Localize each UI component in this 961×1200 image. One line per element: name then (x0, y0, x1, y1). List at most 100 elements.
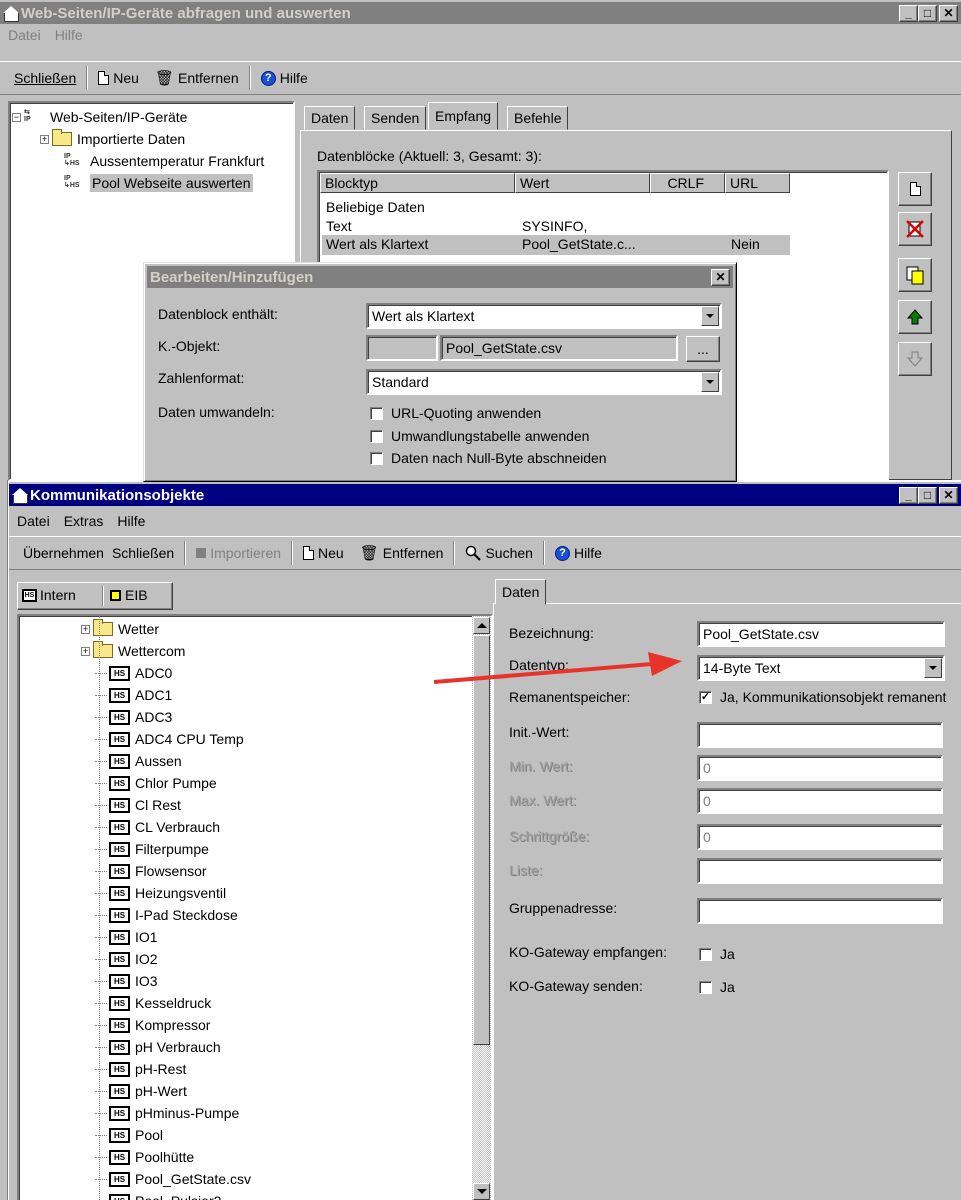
col-url[interactable]: URL (725, 173, 790, 193)
tree-object[interactable]: HS Flowsensor (95, 860, 207, 882)
row-2-value[interactable]: Pool_GetState.c... (522, 236, 636, 252)
dropdown-arrow-icon[interactable] (924, 658, 942, 678)
tab-befehle[interactable]: Befehle (507, 106, 569, 130)
dropdown-arrow-icon[interactable] (701, 306, 719, 326)
remove-button[interactable]: 🗑 Entfernen (147, 70, 247, 86)
col-wert[interactable]: Wert (515, 173, 650, 193)
tree-object[interactable]: HS Pool_Pulsier2 (95, 1190, 221, 1200)
tree-object[interactable]: HS ADC3 (95, 706, 172, 728)
tab-intern[interactable]: HS Intern (22, 587, 76, 603)
expand-icon[interactable]: + (81, 646, 90, 656)
numfmt-select[interactable]: Standard (366, 369, 722, 395)
tree-object[interactable]: HS Poolhütte (95, 1146, 194, 1168)
expand-icon[interactable]: + (81, 624, 90, 634)
col-blocktyp[interactable]: Blocktyp (320, 173, 515, 193)
col-crlf[interactable]: CRLF (650, 173, 725, 193)
browse-button[interactable]: ... (686, 336, 720, 362)
expand-icon[interactable]: + (40, 134, 49, 144)
search-button[interactable]: Suchen (457, 545, 540, 561)
tab-eib[interactable]: EIB (110, 587, 148, 603)
close-window-button[interactable]: ✕ (939, 486, 958, 504)
help-button[interactable]: ? Hilfe (253, 70, 316, 86)
tab-senden[interactable]: Senden (364, 106, 427, 130)
menu-datei[interactable]: Datei (15, 513, 52, 529)
remanent-checkbox[interactable]: ✓ Ja, Kommunikationsobjekt remanent (699, 689, 946, 705)
url-quoting-checkbox[interactable]: URL-Quoting anwenden (370, 405, 541, 421)
menu-extras[interactable]: Extras (62, 513, 106, 529)
checkbox-box[interactable] (699, 980, 712, 994)
null-byte-checkbox[interactable]: Daten nach Null-Byte abschneiden (370, 450, 607, 466)
delete-block-button[interactable] (898, 212, 932, 246)
minimize-button[interactable]: _ (899, 4, 918, 22)
checkbox-box[interactable] (370, 406, 383, 420)
move-down-button[interactable] (898, 342, 932, 376)
maximize-button[interactable]: □ (918, 486, 937, 504)
bezeichnung-input[interactable]: Pool_GetState.csv (697, 621, 945, 647)
tree-object[interactable]: HS IO1 (95, 926, 158, 948)
tree-object[interactable]: HS Heizungsventil (95, 882, 226, 904)
content-select[interactable]: Wert als Klartext (366, 303, 722, 329)
group-input[interactable] (697, 898, 943, 924)
row-2-type[interactable]: Wert als Klartext (326, 236, 428, 252)
datentyp-select[interactable]: 14-Byte Text (697, 655, 945, 681)
tree-folder[interactable]: + Wettercom (81, 640, 185, 662)
close-button[interactable]: Schließen (112, 545, 182, 561)
tree-object[interactable]: HS Kompressor (95, 1014, 210, 1036)
menu-hilfe[interactable]: Hilfe (53, 27, 85, 43)
tree-object[interactable]: HS pH-Rest (95, 1058, 186, 1080)
object-tree[interactable]: + Wetter + Wettercom HS ADC0 HS ADC1 HS ADC3 HS ADC… (17, 614, 493, 1200)
scroll-down-button[interactable] (473, 1183, 490, 1200)
dialog-titlebar[interactable]: Bearbeiten/Hinzufügen ✕ (147, 266, 733, 288)
tree-object[interactable]: HS IO3 (95, 970, 158, 992)
maximize-button[interactable]: □ (918, 4, 937, 22)
tree-item-frankfurt[interactable]: IP ↳HS Aussentemperatur Frankfurt (64, 150, 264, 172)
tree-object[interactable]: HS CL Verbrauch (95, 816, 220, 838)
conversion-table-checkbox[interactable]: Umwandlungstabelle anwenden (370, 428, 589, 444)
tree-object[interactable]: HS Filterpumpe (95, 838, 209, 860)
menu-hilfe[interactable]: Hilfe (115, 513, 147, 529)
tree-object[interactable]: HS pH Verbrauch (95, 1036, 221, 1058)
row-1-type[interactable]: Text (326, 218, 352, 234)
checkbox-box[interactable] (699, 947, 712, 961)
remove-button[interactable]: 🗑 Entfernen (352, 545, 452, 561)
init-input[interactable] (697, 722, 943, 748)
tree-object[interactable]: HS pHminus-Pumpe (95, 1102, 239, 1124)
copy-block-button[interactable] (898, 258, 932, 292)
apply-button[interactable]: Übernehmen (15, 545, 112, 561)
tree-object[interactable]: HS pH-Wert (95, 1080, 187, 1102)
tree-object[interactable]: HS ADC1 (95, 684, 172, 706)
collapse-icon[interactable]: − (12, 112, 21, 122)
move-up-button[interactable] (898, 300, 932, 334)
new-button[interactable]: Neu (295, 545, 352, 561)
minimize-button[interactable]: _ (899, 486, 918, 504)
checkbox-checked[interactable]: ✓ (699, 690, 712, 704)
scrollbar-thumb[interactable] (473, 635, 490, 1045)
tab-daten[interactable]: Daten (495, 579, 547, 605)
row-2-url[interactable]: Nein (731, 236, 760, 252)
tree-object[interactable]: HS IO2 (95, 948, 158, 970)
tree-root[interactable]: − ⇆ IP Web-Seiten/IP-Geräte (12, 106, 187, 128)
window-titlebar[interactable]: Kommunikationsobjekte _ □ ✕ (9, 484, 961, 506)
window-titlebar[interactable]: Web-Seiten/IP-Geräte abfragen und auswer… (0, 2, 961, 24)
tree-object[interactable]: HS Aussen (95, 750, 182, 772)
scroll-up-button[interactable] (473, 617, 490, 634)
tree-object[interactable]: HS ADC4 CPU Temp (95, 728, 244, 750)
tree-folder[interactable]: + Wetter (81, 618, 159, 640)
close-window-button[interactable]: ✕ (939, 4, 958, 22)
dropdown-arrow-icon[interactable] (701, 372, 719, 392)
tree-object[interactable]: HS Pool_GetState.csv (95, 1168, 251, 1190)
tree-object[interactable]: HS Cl Rest (95, 794, 181, 816)
import-button[interactable]: Importieren (188, 545, 289, 561)
row-1-value[interactable]: SYSINFO, (522, 218, 587, 234)
tree-item-pool[interactable]: IP ↳HS Pool Webseite auswerten (64, 172, 253, 194)
new-button[interactable]: Neu (90, 70, 147, 86)
checkbox-box[interactable] (370, 451, 383, 465)
edit-block-button[interactable] (898, 172, 932, 206)
row-0-type[interactable]: Beliebige Daten (326, 199, 425, 215)
ko-send-checkbox[interactable]: Ja (699, 979, 735, 995)
checkbox-box[interactable] (370, 429, 383, 443)
tree-object[interactable]: HS Kesseldruck (95, 992, 211, 1014)
menu-datei[interactable]: Datei (6, 27, 43, 43)
tab-empfang[interactable]: Empfang (428, 102, 499, 130)
tree-object[interactable]: HS ADC0 (95, 662, 172, 684)
